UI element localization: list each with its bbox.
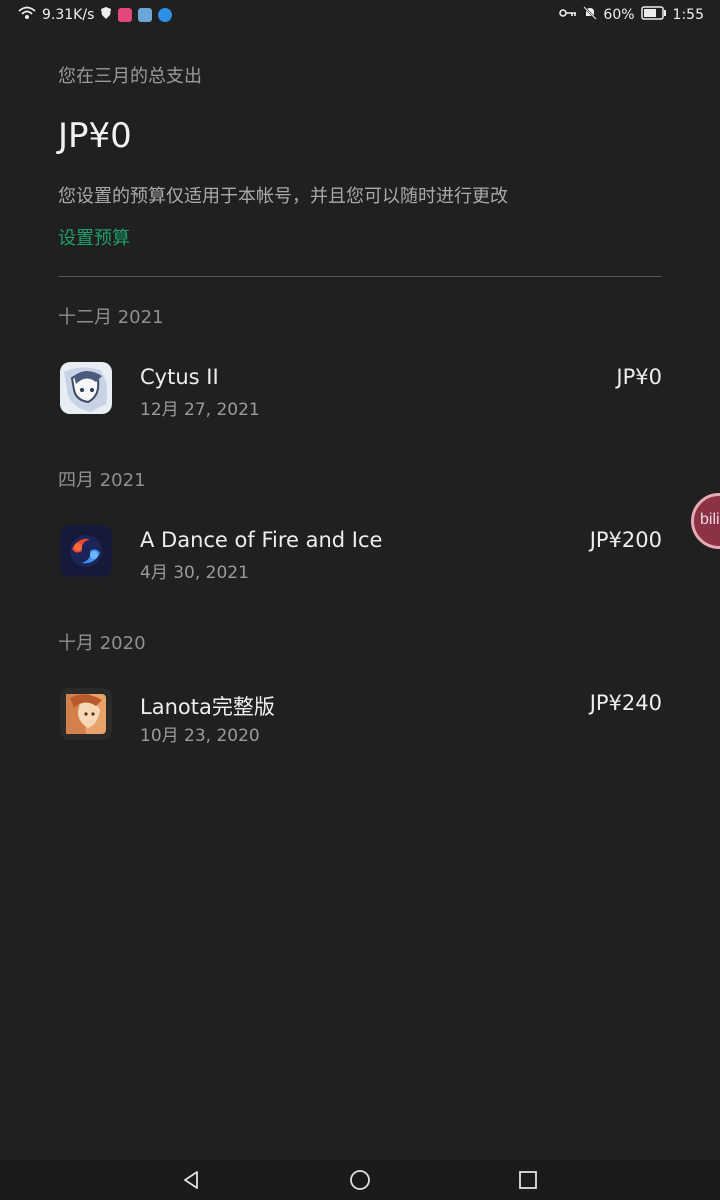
divider — [58, 276, 662, 277]
net-speed: 9.31K/s — [42, 7, 95, 23]
navigation-bar — [0, 1160, 720, 1200]
app-icon-blue — [158, 8, 173, 22]
back-icon — [184, 1171, 198, 1189]
month-spend-label: 您在三月的总支出 — [58, 66, 202, 87]
item-price: JP¥240 — [589, 691, 662, 715]
item-price: JP¥200 — [589, 528, 662, 552]
purchase-item[interactable]: A Dance of Fire and Ice 4月 30, 2021 JP¥2… — [58, 525, 662, 585]
clock: 1:55 — [672, 7, 704, 23]
back-button[interactable] — [180, 1168, 204, 1192]
battery-icon — [640, 6, 667, 24]
item-date: 12月 27, 2021 — [140, 400, 260, 420]
lanota-icon — [60, 688, 112, 740]
app-icon-pink — [118, 8, 133, 22]
bili-bubble-text: bili — [700, 511, 720, 528]
floating-bili-bubble[interactable]: bili — [691, 493, 720, 549]
recents-icon — [519, 1171, 537, 1189]
item-title: Lanota完整版 — [140, 695, 275, 719]
shield-icon — [100, 6, 112, 24]
item-title: A Dance of Fire and Ice — [140, 528, 383, 552]
wifi-icon — [18, 6, 36, 24]
home-button[interactable] — [348, 1168, 372, 1192]
cytus-icon — [60, 362, 112, 414]
budget-description: 您设置的预算仅适用于本帐号，并且您可以随时进行更改 — [58, 186, 508, 207]
set-budget-link[interactable]: 设置预算 — [58, 224, 130, 250]
item-date: 10月 23, 2020 — [140, 726, 260, 746]
total-amount: JP¥0 — [58, 116, 132, 156]
status-left: 9.31K/s — [18, 6, 173, 24]
status-bar: 9.31K/s 60% 1:55 — [0, 0, 720, 30]
section-title: 四月 2021 — [58, 470, 146, 491]
purchase-item[interactable]: Lanota完整版 10月 23, 2020 JP¥240 — [58, 688, 662, 748]
key-icon — [559, 7, 577, 23]
app-icon-image — [138, 8, 153, 22]
home-icon — [350, 1170, 370, 1190]
item-title: Cytus II — [140, 365, 219, 389]
bell-muted-icon — [583, 6, 598, 24]
adofai-icon — [60, 525, 112, 577]
section-title: 十二月 2021 — [58, 307, 164, 328]
status-right: 60% 1:55 — [559, 6, 704, 24]
purchase-item[interactable]: Cytus II 12月 27, 2021 JP¥0 — [58, 362, 662, 422]
item-price: JP¥0 — [616, 365, 662, 389]
recents-button[interactable] — [516, 1168, 540, 1192]
item-date: 4月 30, 2021 — [140, 563, 249, 583]
battery-percent: 60% — [603, 7, 635, 23]
section-title: 十月 2020 — [58, 633, 146, 654]
